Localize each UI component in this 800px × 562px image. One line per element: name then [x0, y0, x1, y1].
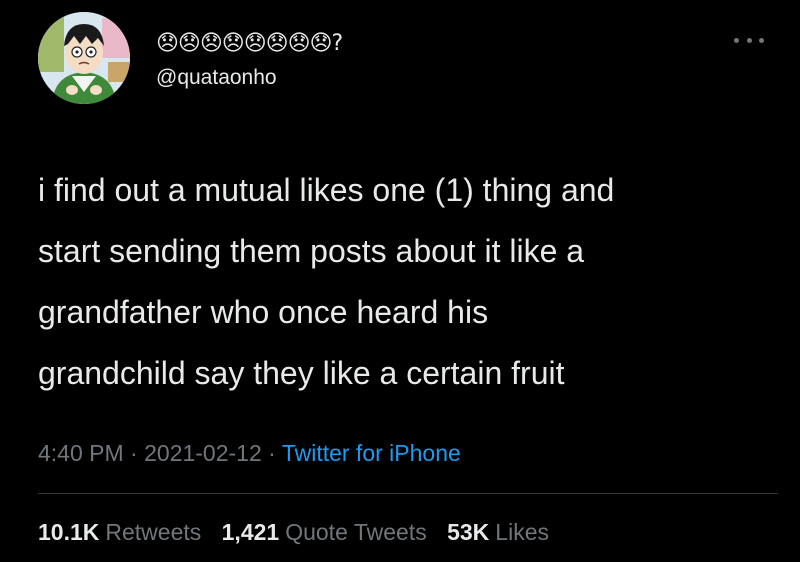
avatar-image [38, 12, 130, 104]
likes-count: 53K [447, 519, 490, 545]
tweet-detail: 😞😞😞😞😞😞😞😞? @quataonho i find out a mutual… [0, 0, 800, 562]
user-handle[interactable]: @quataonho [156, 66, 277, 90]
tweet-time[interactable]: 4:40 PM [38, 440, 124, 466]
likes-label: Likes [495, 519, 549, 545]
tweet-text: i find out a mutual likes one (1) thing … [38, 160, 778, 404]
tweet-text-line: grandchild say they like a certain fruit [38, 355, 565, 391]
more-dot [734, 37, 739, 43]
tweet-meta: 4:40 PM · 2021-02-12 · Twitter for iPhon… [38, 440, 461, 467]
more-options-icon[interactable] [734, 32, 764, 48]
tweet-date[interactable]: 2021-02-12 [144, 440, 262, 466]
likes-stat[interactable]: 53K Likes [447, 519, 549, 546]
more-dot [746, 37, 752, 43]
tweet-text-line: start sending them posts about it like a [38, 233, 585, 269]
quote-tweets-count: 1,421 [221, 519, 280, 545]
tweet-text-line: grandfather who once heard his [38, 294, 489, 330]
quote-tweets-label: Quote Tweets [285, 519, 427, 545]
more-dot [759, 37, 764, 43]
tweet-stats: 10.1K Retweets 1,421 Quote Tweets 53K Likes [38, 519, 563, 546]
divider [38, 493, 778, 494]
meta-separator: · [268, 440, 276, 466]
meta-separator: · [130, 440, 138, 466]
retweets-count: 10.1K [38, 519, 100, 545]
tweet-text-line: i find out a mutual likes one (1) thing … [38, 172, 615, 208]
tweet-source-link[interactable]: Twitter for iPhone [282, 440, 461, 466]
retweets-stat[interactable]: 10.1K Retweets [38, 519, 201, 546]
quote-tweets-stat[interactable]: 1,421 Quote Tweets [222, 519, 427, 546]
retweets-label: Retweets [105, 519, 202, 545]
display-name[interactable]: 😞😞😞😞😞😞😞😞? [156, 28, 343, 58]
avatar[interactable] [38, 12, 130, 104]
